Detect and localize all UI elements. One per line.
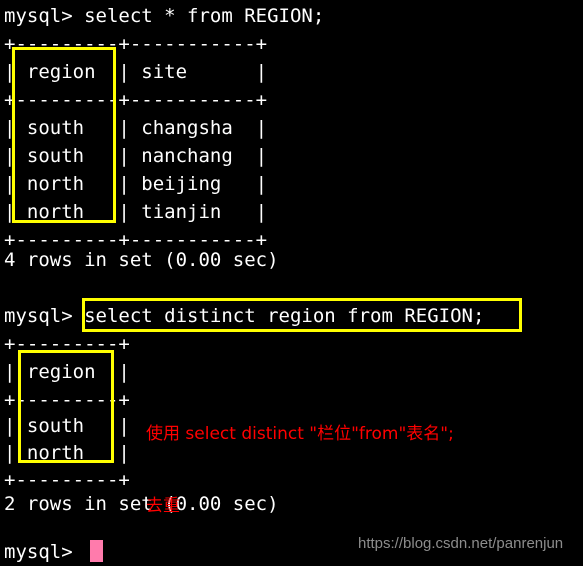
annotation-line-2: 去重 bbox=[146, 496, 180, 516]
terminal-line-prompt-command: mysql> select * from REGION; bbox=[4, 5, 325, 27]
terminal-line-table-rule: +---------+ bbox=[4, 333, 130, 355]
terminal-line-table-row: | south | changsha | bbox=[4, 117, 268, 139]
text-cursor bbox=[90, 540, 103, 562]
terminal-line-table-rule: +---------+ bbox=[4, 389, 130, 411]
terminal-line-status: 4 rows in set (0.00 sec) bbox=[4, 249, 279, 271]
terminal-line-table-row: | north | tianjin | bbox=[4, 201, 268, 223]
terminal-line-table-row: | north | bbox=[4, 442, 130, 464]
terminal-line-table-rule: +---------+-----------+ bbox=[4, 33, 268, 55]
annotation-line-1: 使用 select distinct "栏位"from"表名"; bbox=[146, 424, 454, 444]
terminal-line-table-header: | region | site | bbox=[4, 61, 268, 83]
terminal-line-table-rule: +---------+-----------+ bbox=[4, 89, 268, 111]
terminal-line-prompt: mysql> bbox=[4, 541, 73, 563]
terminal-line-prompt-command: mysql> select distinct region from REGIO… bbox=[4, 305, 485, 327]
terminal-line-table-header: | region | bbox=[4, 361, 130, 383]
terminal-line-table-row: | south | nanchang | bbox=[4, 145, 268, 167]
terminal-window[interactable]: mysql> select * from REGION; +---------+-… bbox=[0, 0, 583, 565]
blog-watermark: https://blog.csdn.net/panrenjun bbox=[358, 535, 564, 552]
terminal-line-table-row: | north | beijing | bbox=[4, 173, 268, 195]
terminal-line-table-row: | south | bbox=[4, 415, 130, 437]
